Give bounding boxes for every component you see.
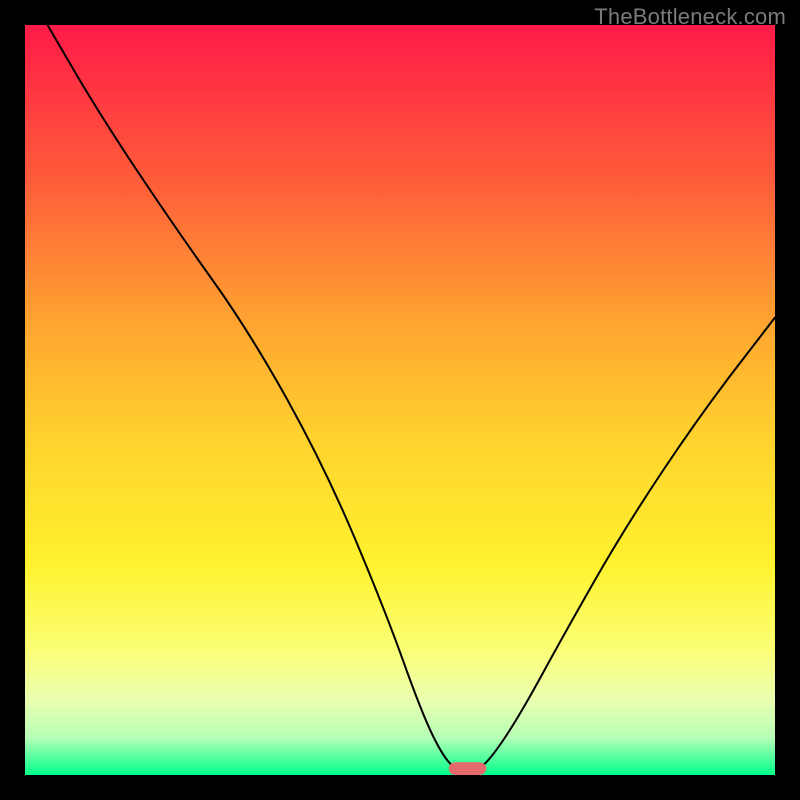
watermark-text: TheBottleneck.com bbox=[594, 4, 786, 30]
optimal-marker bbox=[449, 762, 487, 775]
gradient-background bbox=[25, 25, 775, 775]
plot-area bbox=[25, 25, 775, 775]
bottleneck-chart bbox=[25, 25, 775, 775]
chart-frame: TheBottleneck.com bbox=[0, 0, 800, 800]
